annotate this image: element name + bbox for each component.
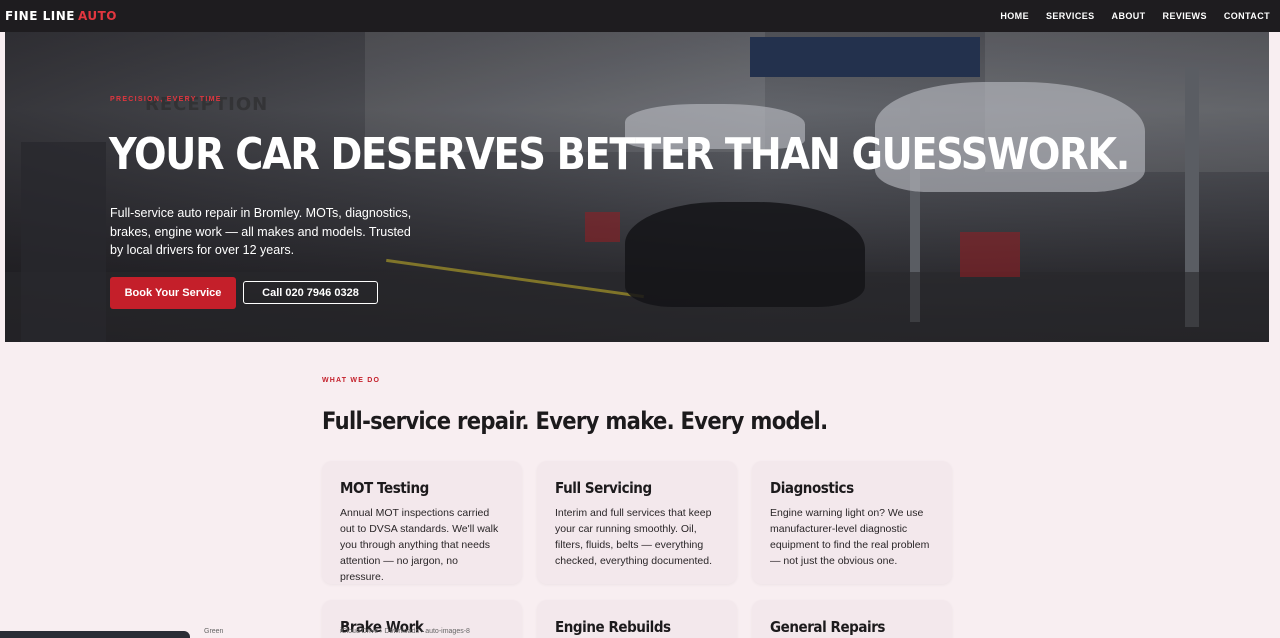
hero-headline: YOUR CAR DESERVES BETTER THAN GUESSWORK. — [109, 129, 1130, 180]
brand-name: FINE LINE — [5, 9, 75, 23]
strip-left-text: Green — [204, 628, 224, 635]
service-card-text: Annual MOT inspections carried out to DV… — [340, 507, 499, 583]
hero-subtitle: Full-service auto repair in Bromley. MOT… — [110, 206, 412, 257]
dock-fragment — [0, 631, 190, 638]
service-card-servicing[interactable]: Full Servicing Interim and full services… — [537, 461, 737, 584]
nav-contact-link[interactable]: CONTACT — [1224, 11, 1270, 21]
services-title: Full-service repair. Every make. Every m… — [322, 407, 828, 435]
top-nav: FINE LINE AUTO HOME SERVICES ABOUT REVIEW… — [0, 0, 1280, 32]
nav-services-link[interactable]: SERVICES — [1046, 11, 1095, 21]
hero-eyebrow: PRECISION, EVERY TIME — [110, 96, 222, 103]
brand-accent: AUTO — [77, 9, 117, 23]
brand-logo[interactable]: FINE LINE AUTO — [5, 9, 117, 23]
bottom-overlay-strip: Green iCloud Drive › Downloads › auto-im… — [0, 628, 1280, 638]
nav-about-link[interactable]: ABOUT — [1112, 11, 1146, 21]
strip-path-text: iCloud Drive › Downloads › auto-images-8 — [340, 628, 470, 635]
service-card-title: Diagnostics — [770, 479, 854, 497]
service-card-diagnostics[interactable]: Diagnostics Engine warning light on? We … — [752, 461, 952, 584]
nav-home-link[interactable]: HOME — [1000, 11, 1029, 21]
service-card-text: Interim and full services that keep your… — [555, 507, 713, 567]
nav-reviews-link[interactable]: REVIEWS — [1163, 11, 1207, 21]
nav-links: HOME SERVICES ABOUT REVIEWS CONTACT — [983, 11, 1270, 21]
service-card-title: Full Servicing — [555, 479, 652, 497]
hero-section: RECEPTION PRECISION, EVERY TIME YOUR CAR… — [5, 32, 1269, 342]
call-phone-button[interactable]: Call 020 7946 0328 — [243, 281, 378, 304]
services-eyebrow: WHAT WE DO — [322, 377, 381, 384]
service-card-text: Engine warning light on? We use manufact… — [770, 507, 930, 567]
service-card-title: MOT Testing — [340, 479, 429, 497]
service-card-mot[interactable]: MOT Testing Annual MOT inspections carri… — [322, 461, 522, 584]
book-service-button[interactable]: Book Your Service — [110, 277, 236, 309]
